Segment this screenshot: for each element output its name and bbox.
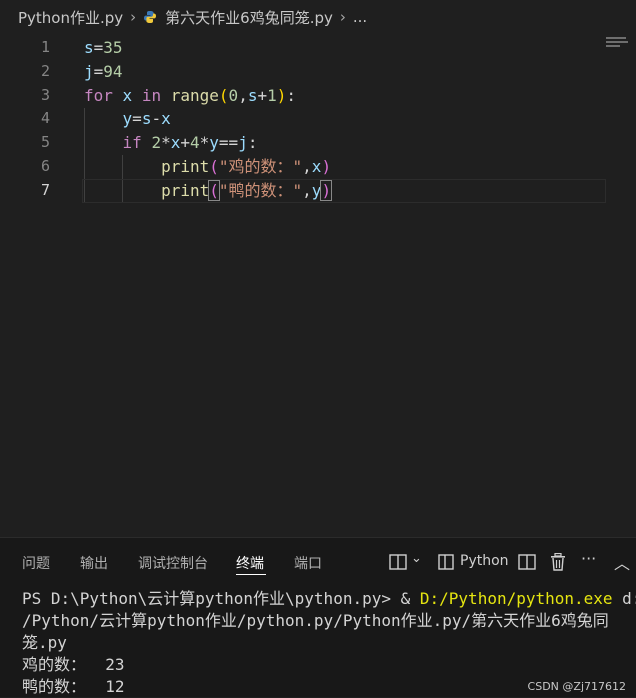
line-number: 3 (40, 85, 50, 104)
terminal-split-icon (438, 554, 454, 570)
split-terminal-icon[interactable] (518, 554, 536, 570)
code-text: s=35 (84, 38, 123, 57)
tab-output[interactable]: 输出 (80, 553, 108, 573)
more-actions-icon[interactable]: ··· (581, 549, 596, 568)
line-number: 1 (40, 38, 50, 56)
code-line: 2 j=94 (0, 60, 636, 84)
watermark: CSDN @Zj717612 (527, 680, 626, 693)
code-text: y=s-x (122, 109, 171, 129)
chevron-up-icon[interactable]: ︿ (614, 550, 630, 574)
code-text: print("鸭的数：",y) (161, 179, 333, 201)
line-number: 7 (40, 180, 50, 199)
panel-tabs: 问题 输出 调试控制台 终端 端口 ⌄ Python ··· ︿ (0, 538, 636, 584)
breadcrumb-more[interactable]: ... (353, 8, 367, 26)
terminal-command-path: D:/Python/python.exe (419, 589, 613, 608)
code-editor[interactable]: 1 s=35 2 j=94 3 for x in range(0,s+1): 4… (0, 36, 636, 536)
code-line: 5 if 2*x+4*y==j: (0, 131, 636, 155)
code-text: for x in range(0,s+1): (84, 85, 297, 105)
chevron-right-icon: › (339, 8, 346, 26)
terminal-line: 鸭的数： 12 (22, 677, 125, 696)
trash-icon[interactable] (550, 553, 566, 571)
python-file-icon (144, 11, 157, 23)
chevron-down-icon[interactable]: ⌄ (411, 551, 422, 566)
tab-ports[interactable]: 端口 (294, 553, 322, 573)
split-panel-icon[interactable] (389, 554, 407, 570)
line-number: 6 (40, 156, 50, 175)
terminal-line: 笼.py (22, 633, 67, 652)
code-line: 3 for x in range(0,s+1): (0, 84, 636, 108)
line-number: 4 (40, 109, 50, 128)
breadcrumb: Python作业.py › 第六天作业6鸡兔同笼.py › ... (0, 0, 636, 34)
terminal-profile-label[interactable]: Python (460, 553, 509, 569)
code-text: if 2*x+4*y==j: (122, 133, 258, 153)
code-line: 4 y=s-x (0, 107, 636, 131)
terminal-prompt: PS D:\Python\云计算python作业\python.py> & (22, 589, 420, 608)
code-line: 1 s=35 (0, 36, 636, 60)
code-text: j=94 (84, 61, 123, 81)
code-line-current: 7 print("鸭的数：",y) (0, 178, 636, 203)
bottom-panel: 问题 输出 调试控制台 终端 端口 ⌄ Python ··· ︿ PS D:\P… (0, 537, 636, 697)
chevron-right-icon: › (130, 8, 137, 26)
code-line: 6 print("鸡的数：",x) (0, 155, 636, 179)
tab-terminal[interactable]: 终端 (236, 553, 264, 573)
breadcrumb-file[interactable]: 第六天作业6鸡兔同笼.py (165, 7, 333, 28)
tab-problems[interactable]: 问题 (22, 553, 50, 573)
line-number: 5 (40, 133, 50, 152)
terminal-line: 鸡的数： 23 (22, 655, 125, 674)
terminal-line: /Python/云计算python作业/python.py/Python作业.p… (22, 611, 609, 630)
terminal-arg: d: (622, 589, 636, 608)
code-text: print("鸡的数：",x) (161, 156, 332, 176)
breadcrumb-folder[interactable]: Python作业.py (18, 7, 123, 28)
active-tab-indicator (236, 574, 266, 575)
tab-debug-console[interactable]: 调试控制台 (138, 553, 208, 573)
line-number: 2 (40, 61, 50, 80)
